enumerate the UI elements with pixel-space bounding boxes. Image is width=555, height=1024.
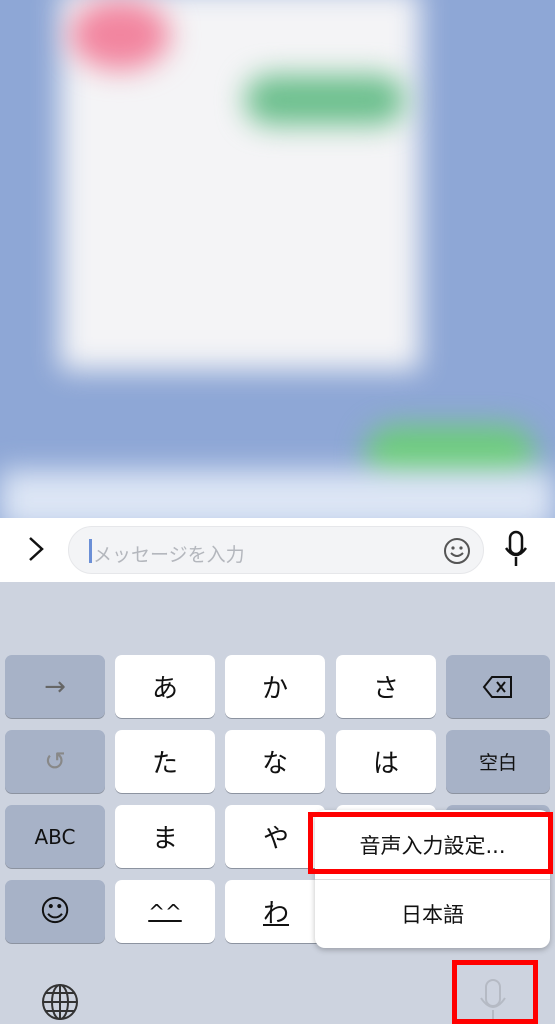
message-input-placeholder: メッセージを入力 bbox=[93, 544, 245, 566]
key-delete[interactable] bbox=[446, 655, 550, 718]
key-wa[interactable]: わ bbox=[225, 880, 325, 943]
menu-item-japanese[interactable]: 日本語 bbox=[315, 879, 550, 948]
key-ha[interactable]: は bbox=[336, 730, 436, 793]
message-bubble-blurred bbox=[245, 75, 405, 125]
key-ka[interactable]: か bbox=[225, 655, 325, 718]
microphone-icon[interactable] bbox=[504, 530, 528, 568]
key-ma[interactable]: ま bbox=[115, 805, 215, 868]
key-undo[interactable]: ↺ bbox=[5, 730, 105, 793]
highlight-box-microphone bbox=[452, 960, 538, 1024]
key-kaomoji[interactable]: ^^ bbox=[115, 880, 215, 943]
globe-icon[interactable] bbox=[40, 982, 80, 1022]
chevron-right-icon[interactable] bbox=[26, 535, 46, 563]
chat-background bbox=[0, 0, 555, 520]
key-space[interactable]: 空白 bbox=[446, 730, 550, 793]
message-input[interactable]: メッセージを入力 bbox=[68, 526, 484, 574]
key-abc[interactable]: ABC bbox=[5, 805, 105, 868]
text-caret bbox=[89, 539, 92, 563]
key-next[interactable]: → bbox=[5, 655, 105, 718]
keyboard bbox=[0, 582, 555, 1024]
avatar-blurred bbox=[70, 0, 170, 70]
emoji-icon[interactable] bbox=[443, 537, 471, 565]
highlight-box-settings bbox=[308, 812, 553, 874]
delete-icon bbox=[482, 675, 512, 698]
chat-bottom-fade bbox=[0, 470, 555, 520]
message-input-bar: メッセージを入力 bbox=[0, 518, 555, 582]
key-ta[interactable]: た bbox=[115, 730, 215, 793]
key-emoji[interactable]: ☺ bbox=[5, 880, 105, 943]
key-a[interactable]: あ bbox=[115, 655, 215, 718]
key-na[interactable]: な bbox=[225, 730, 325, 793]
key-sa[interactable]: さ bbox=[336, 655, 436, 718]
